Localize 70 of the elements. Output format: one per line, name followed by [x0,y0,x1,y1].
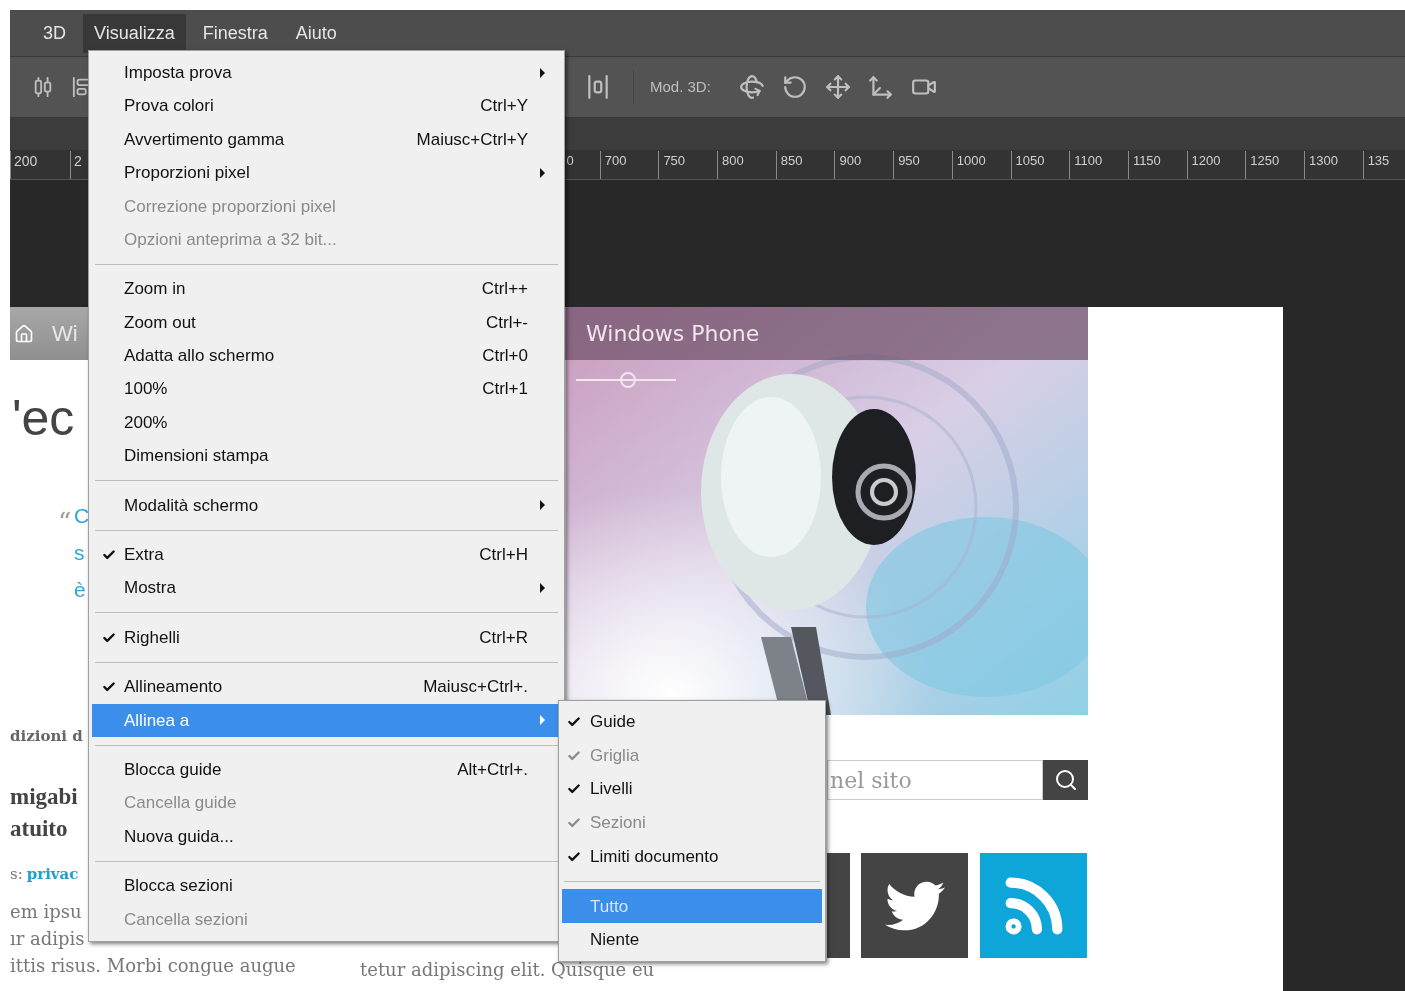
ruler-label: 1200 [1191,152,1221,170]
menu-item[interactable]: Extra Ctrl+H [92,538,561,572]
ruler-label: 200 [14,153,38,169]
menu-bar-item[interactable]: 3D [32,13,77,53]
menu-item[interactable]: Imposta prova [92,56,561,90]
menu-item[interactable]: Proporzioni pixel [92,156,561,190]
menu-item[interactable]: Zoom out Ctrl+- [92,305,561,340]
menu-item[interactable]: Righelli Ctrl+R [92,620,561,655]
ruler-label: 0 [566,152,574,170]
heading-text: 'ec [12,393,75,443]
tags-label: s: [10,864,23,885]
menu-item[interactable]: Livelli [562,772,822,807]
rotate-3d-icon[interactable] [738,74,765,100]
menu-item[interactable]: Guide [562,705,822,739]
search-button[interactable] [1043,760,1088,800]
caption-text: dizioni d [10,726,83,747]
menu-item[interactable]: Nuova guida... [92,819,561,854]
body-text: em ipsu [10,903,82,921]
menu-bar-item[interactable]: Visualizza [83,13,186,53]
move-3d-icon[interactable] [867,74,894,100]
menu-item[interactable]: Avvertimento gamma Maiusc+Ctrl+Y [92,122,561,157]
home-icon[interactable] [14,323,34,344]
social-tile[interactable] [827,853,850,958]
body-text: ır adipis [10,930,85,948]
article-title: migabi [10,785,78,808]
menu-item[interactable]: 100% Ctrl+1 [92,372,561,406]
menu-item[interactable]: Limiti documento [562,839,822,874]
quote-text: C [74,505,90,526]
roll-icon[interactable] [781,74,808,100]
ruler-label: 850 [780,152,803,170]
banner-title: Windows Phone [586,320,760,348]
menu-item[interactable]: Allineamento Maiusc+Ctrl+. [92,670,561,704]
menu-item[interactable]: Dimensioni stampa [92,439,561,473]
rss-tile[interactable] [980,853,1087,958]
ruler-label: 950 [898,152,920,170]
menu-item[interactable]: Modalità schermo [92,488,561,523]
ruler-label: 1150 [1132,152,1161,170]
ruler-label: 1050 [1015,152,1045,170]
ruler-label: 1300 [1308,152,1338,170]
search-icon [1053,768,1078,792]
distribute-icon[interactable] [585,74,611,100]
ruler-label: 2 [74,153,82,169]
body-text: ittis risus. Morbi congue augue [10,957,296,975]
ruler-label: 1100 [1074,152,1103,170]
menu-item[interactable]: Blocca sezioni [92,869,561,903]
menu-item[interactable]: Mostra [92,571,561,605]
menu-item[interactable]: Prova colori Ctrl+Y [92,89,561,123]
ruler-label: 900 [839,152,862,170]
ruler-label: 700 [604,152,627,170]
align-icon[interactable] [32,76,54,98]
menu-item[interactable]: Adatta allo schermo Ctrl+0 [92,339,561,373]
menu-item[interactable]: 200% [92,405,561,440]
body-text: tetur adipiscing elit. Quisque eu [360,961,655,979]
quote-mark: “ [58,506,72,539]
article-title: atuito [10,817,68,840]
ruler-label: 1250 [1250,152,1280,170]
move-icon[interactable] [824,74,851,100]
menu-bar-item[interactable]: Aiuto [284,13,348,53]
mode-label: Mod. 3D: [650,76,711,97]
menu-item[interactable]: Zoom in Ctrl++ [92,272,561,306]
menu-bar-item[interactable]: Finestra [191,13,279,53]
ruler-label: 800 [722,152,744,170]
ruler-label: 1000 [956,152,986,170]
twitter-tile[interactable] [861,853,968,958]
ruler-label: 135 [1367,152,1390,170]
menu-item[interactable]: Niente [562,923,822,957]
ruler-label: 750 [663,152,686,170]
quote-text: è [74,579,86,600]
quote-text: s [74,542,85,563]
menu-item[interactable]: Blocca guide Alt+Ctrl+. [92,753,561,787]
